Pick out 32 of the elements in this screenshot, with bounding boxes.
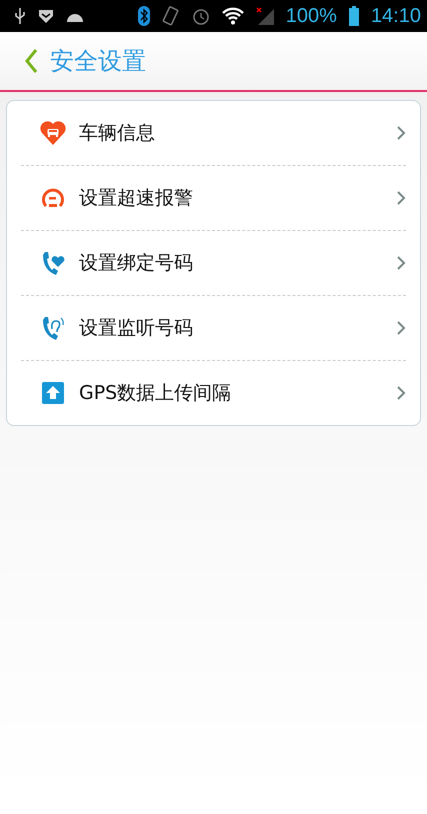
battery-percent: 100% xyxy=(286,4,337,28)
rotate-phone-icon xyxy=(162,6,180,26)
alarm-icon xyxy=(192,7,210,25)
wifi-icon xyxy=(222,7,244,25)
back-button[interactable] xyxy=(24,48,38,74)
item-label: 设置绑定号码 xyxy=(79,251,194,276)
clock-time: 14:10 xyxy=(370,4,421,28)
settings-item[interactable]: 车辆信息 xyxy=(21,101,406,166)
chevron-icon xyxy=(396,385,406,401)
chevron-icon xyxy=(396,190,406,206)
phone-heart-icon xyxy=(40,250,66,276)
settings-item[interactable]: 设置绑定号码 xyxy=(21,231,406,296)
settings-item[interactable]: 设置监听号码 xyxy=(21,296,406,361)
bluetooth-icon xyxy=(138,6,150,26)
settings-item[interactable]: 设置超速报警 xyxy=(21,166,406,231)
item-label: GPS数据上传间隔 xyxy=(79,381,232,406)
back-icon xyxy=(24,48,38,74)
page-title: 安全设置 xyxy=(50,46,146,77)
upload-icon xyxy=(42,382,64,404)
chevron-icon xyxy=(396,255,406,271)
usb-icon xyxy=(14,7,26,25)
heart-car-icon xyxy=(40,120,66,146)
item-label: 设置监听号码 xyxy=(79,316,194,341)
settings-item[interactable]: GPS数据上传间隔 xyxy=(21,361,406,425)
battery-icon xyxy=(348,6,359,26)
chevron-icon xyxy=(396,125,406,141)
shield-icon xyxy=(38,8,54,24)
phone-ear-icon xyxy=(40,315,66,341)
item-label: 车辆信息 xyxy=(79,121,156,146)
chevron-icon xyxy=(396,320,406,336)
item-label: 设置超速报警 xyxy=(79,186,194,211)
signal-icon xyxy=(256,7,274,25)
